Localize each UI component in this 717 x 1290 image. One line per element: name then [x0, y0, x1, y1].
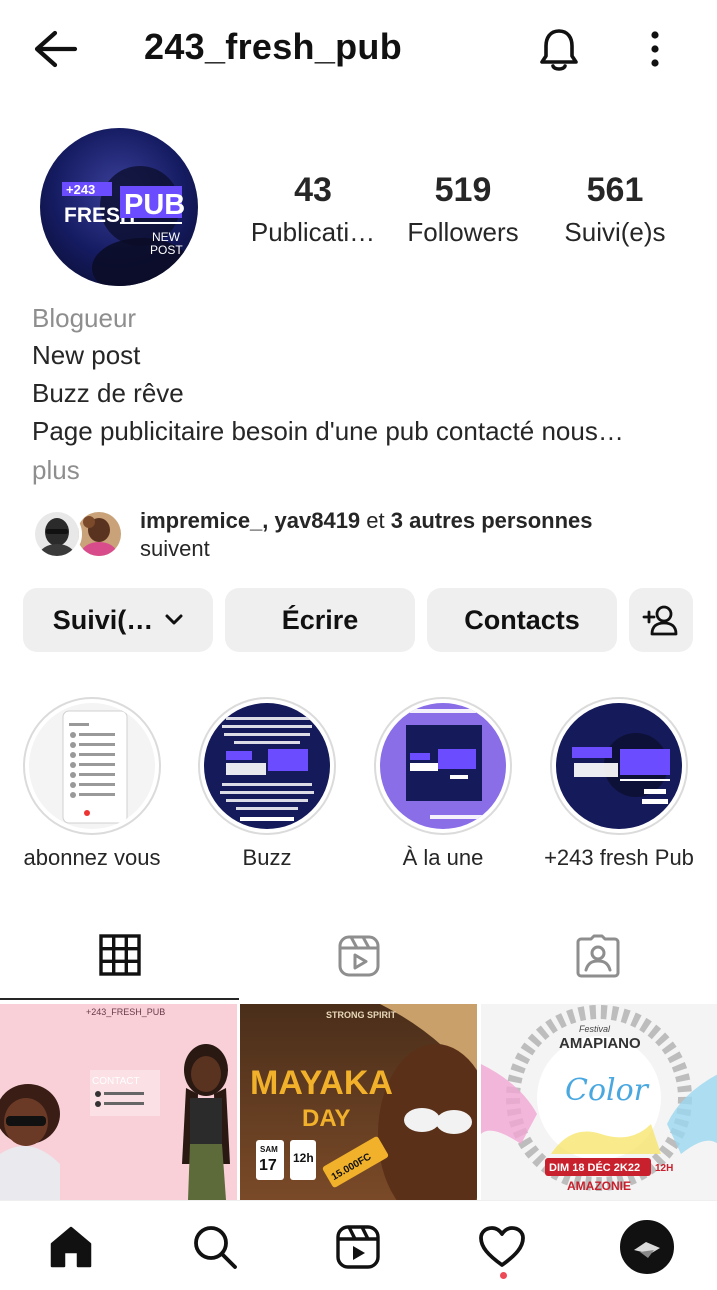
- stat-followers[interactable]: 519 Followers: [388, 168, 538, 252]
- highlight-buzz[interactable]: Buzz: [197, 697, 337, 871]
- grid-icon: [98, 934, 141, 976]
- profile-username: 243_fresh_pub: [144, 26, 403, 67]
- highlight-label: Buzz: [242, 845, 292, 870]
- followed-by-connector: et: [360, 508, 391, 533]
- profile-avatar[interactable]: +243 FRESH PUB NEW POST: [40, 128, 198, 286]
- stat-following-label: Suivi(e)s: [564, 217, 666, 247]
- contacts-button[interactable]: Contacts: [427, 588, 617, 652]
- back-button[interactable]: [28, 26, 82, 72]
- followed-by[interactable]: impremice_, yav8419 et 3 autres personne…: [32, 505, 692, 565]
- reels-icon: [338, 935, 379, 977]
- stat-followers-count: 519: [434, 171, 492, 209]
- avatar-text-pub: PUB: [124, 189, 185, 221]
- highlight-label: abonnez vous: [23, 845, 161, 870]
- post-banner: +243_FRESH_PUB: [86, 1007, 165, 1017]
- post-thumbnail[interactable]: Festival AMAPIANO Color DIM 18 DÉC 2K22 …: [481, 1004, 717, 1200]
- post-date: DIM 18 DÉC 2K22: [549, 1161, 640, 1174]
- chevron-down-icon: [165, 614, 183, 626]
- posts-grid: +243_FRESH_PUB CONTACT STRONG SPIRIT MAY…: [0, 1004, 717, 1200]
- post-banner: STRONG SPIRIT: [326, 1010, 397, 1020]
- tagged-icon: [576, 934, 619, 978]
- post-top: Festival: [579, 1024, 611, 1034]
- following-button[interactable]: Suivi(…: [23, 588, 213, 652]
- post-word: Color: [565, 1073, 650, 1108]
- bottom-navigation: [0, 1200, 717, 1290]
- post-hour: 12H: [655, 1163, 673, 1174]
- nav-profile[interactable]: [619, 1219, 675, 1275]
- nav-home[interactable]: [43, 1219, 99, 1275]
- tab-reels[interactable]: [239, 912, 478, 1000]
- arrow-left-icon: [34, 30, 78, 68]
- profile-bio: Blogueur New post Buzz de rêve Page publ…: [32, 300, 692, 490]
- highlight-abonnez-vous[interactable]: abonnez vous: [22, 697, 162, 871]
- nav-activity[interactable]: [474, 1219, 530, 1275]
- nav-search[interactable]: [187, 1219, 243, 1275]
- highlight-cover: [556, 703, 682, 829]
- post-place: AMAZONIE: [567, 1179, 631, 1193]
- reels-icon: [336, 1225, 380, 1269]
- avatar-text-post: POST: [150, 243, 183, 257]
- highlight-label: À la une: [402, 845, 484, 870]
- message-button-label: Écrire: [281, 604, 359, 635]
- followed-by-names: impremice_, yav8419: [140, 508, 361, 533]
- more-options-button[interactable]: [638, 26, 672, 72]
- add-user-button[interactable]: [629, 588, 693, 652]
- message-button[interactable]: Écrire: [225, 588, 415, 652]
- stat-following[interactable]: 561 Suivi(e)s: [540, 168, 690, 252]
- followed-by-text: impremice_, yav8419 et 3 autres personne…: [140, 507, 593, 563]
- post-date-day: SAM: [260, 1145, 278, 1154]
- contacts-button-label: Contacts: [464, 604, 580, 635]
- post-thumbnail[interactable]: +243_FRESH_PUB CONTACT: [0, 1004, 237, 1200]
- bio-line: Buzz de rêve: [32, 378, 184, 408]
- heart-icon: [479, 1226, 525, 1267]
- profile-stats: 43 Publicati… 519 Followers 561 Suivi(e)…: [238, 168, 688, 258]
- highlight-cover: [204, 703, 330, 829]
- post-thumbnail[interactable]: STRONG SPIRIT MAYAKA DAY SAM 17 12h 15.0…: [240, 1004, 477, 1200]
- bio-line: Page publicitaire besoin d'une pub conta…: [32, 416, 624, 446]
- stat-posts[interactable]: 43 Publicati…: [238, 168, 388, 252]
- tab-tagged[interactable]: [478, 912, 717, 1000]
- avatar-text-new: NEW: [152, 230, 181, 244]
- tab-posts-grid[interactable]: [0, 912, 239, 1000]
- bio-more-link[interactable]: plus: [32, 450, 692, 490]
- post-subtitle: DAY: [302, 1105, 350, 1132]
- post-date-num: 17: [259, 1157, 277, 1174]
- profile-category: Blogueur: [32, 303, 137, 333]
- add-person-icon: [642, 605, 678, 636]
- followed-by-others: 3 autres personnes: [390, 508, 593, 533]
- home-icon: [50, 1226, 92, 1268]
- post-title: MAYAKA: [250, 1064, 393, 1102]
- vertical-dots-icon: [651, 31, 659, 67]
- bio-line: New post: [32, 340, 141, 370]
- profile-tabs: [0, 912, 717, 1000]
- highlight-cover: [380, 703, 506, 829]
- stat-posts-count: 43: [294, 171, 332, 209]
- followed-by-suffix: suivent: [140, 536, 210, 561]
- avatar-text-plus: +243: [66, 182, 95, 197]
- highlight-a-la-une[interactable]: À la une: [373, 697, 513, 871]
- nav-reels[interactable]: [330, 1219, 386, 1275]
- stat-following-count: 561: [586, 171, 644, 209]
- avatar: [620, 1220, 674, 1274]
- stat-followers-label: Followers: [407, 217, 519, 247]
- bell-icon: [540, 29, 578, 71]
- post-time: 12h: [293, 1151, 314, 1165]
- notifications-button[interactable]: [533, 24, 585, 74]
- highlight-label: +243 fresh Pub: [544, 845, 694, 870]
- stat-posts-label: Publicati…: [250, 217, 376, 247]
- post-title: AMAPIANO: [559, 1035, 641, 1052]
- search-icon: [194, 1226, 237, 1269]
- highlight-243-fresh-pub[interactable]: +243 fresh Pub: [544, 697, 694, 871]
- avatar: [32, 509, 82, 559]
- following-button-label: Suivi(…: [52, 604, 154, 635]
- top-bar: 243_fresh_pub: [0, 0, 717, 98]
- highlight-cover: [29, 703, 155, 829]
- notification-dot: [500, 1272, 507, 1279]
- post-caption: CONTACT: [92, 1076, 140, 1087]
